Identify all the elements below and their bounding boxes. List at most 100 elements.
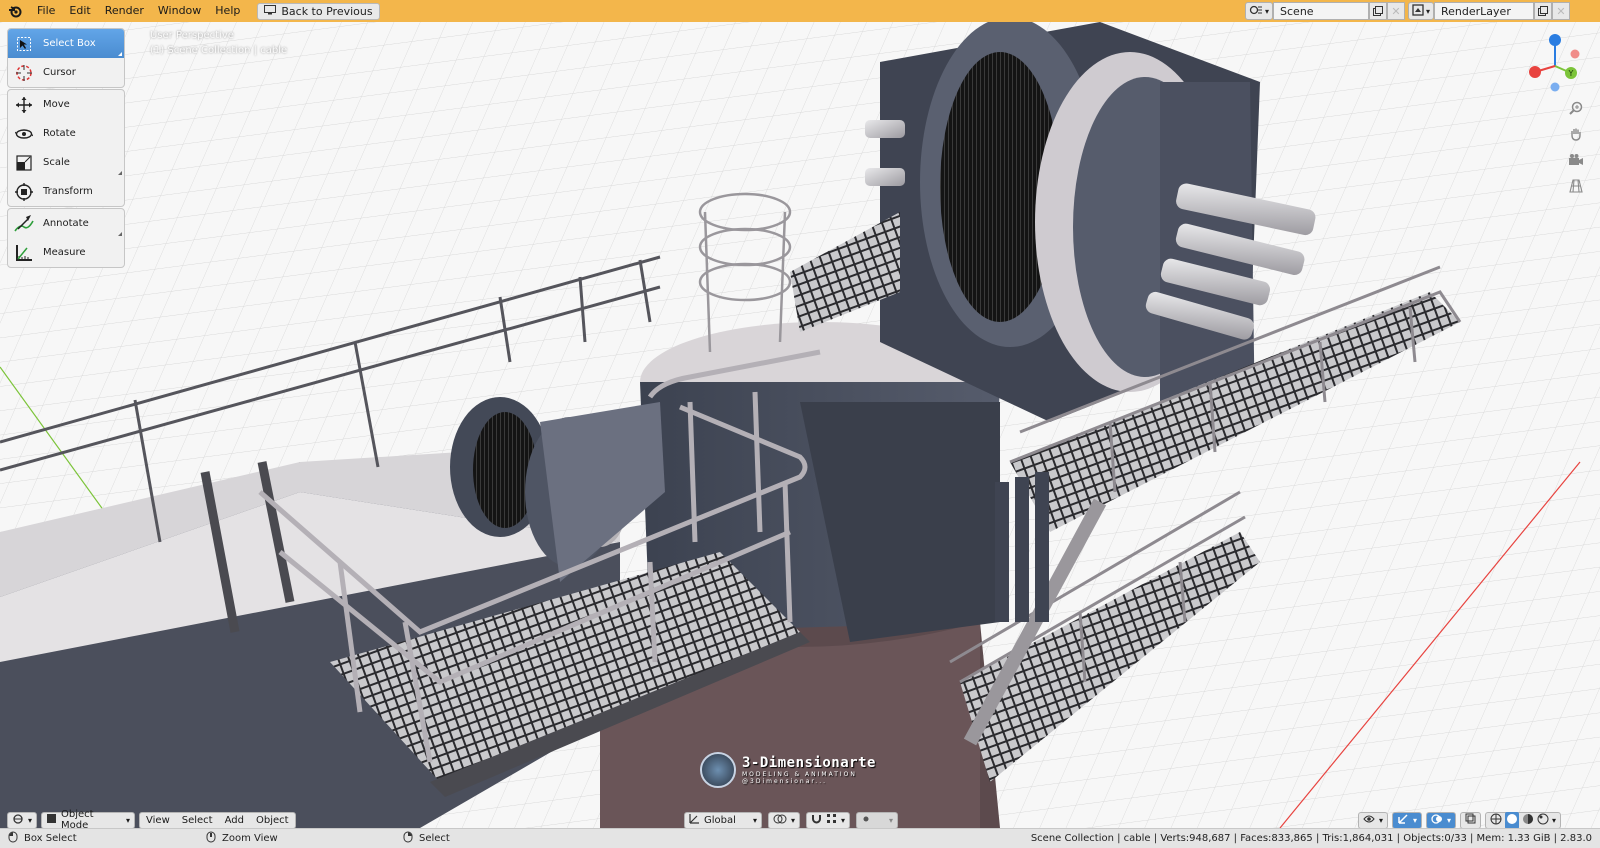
rotate-icon <box>13 123 35 145</box>
navigation-gizmo[interactable]: Y <box>1525 32 1589 96</box>
chevron-down-icon: ▾ <box>28 815 33 825</box>
scene-icon <box>1249 4 1263 19</box>
toolbar-group-annotate: Annotate Measure <box>7 208 125 268</box>
blender-logo-icon[interactable] <box>0 0 30 22</box>
overlays-icon <box>1431 813 1443 828</box>
chevron-down-icon: ▾ <box>1426 6 1431 16</box>
tool-transform[interactable]: Transform <box>8 177 124 206</box>
scene-selector-dropdown[interactable]: ▾ <box>1245 2 1274 20</box>
status-middle-hint: Zoom View <box>206 831 278 846</box>
shading-mode-group: ▾ <box>1485 811 1562 828</box>
scene-statistics: Scene Collection | cable | Verts:948,687… <box>1030 833 1592 844</box>
mouse-middle-icon <box>206 831 216 846</box>
back-to-previous-button[interactable]: Back to Previous <box>257 2 380 20</box>
chevron-down-icon: ▾ <box>1447 815 1452 825</box>
zoom-icon[interactable] <box>1566 98 1586 118</box>
viewport-header-left: ▾ Object Mode ▾ View Select Add Object <box>7 809 296 828</box>
tool-annotate[interactable]: Annotate <box>8 209 124 238</box>
chevron-down-icon: ▾ <box>1379 815 1384 825</box>
annotate-icon <box>13 213 35 235</box>
select-box-icon <box>13 33 35 55</box>
camera-view-icon[interactable] <box>1566 150 1586 170</box>
editor-type-dropdown[interactable]: ▾ <box>7 811 38 828</box>
proportional-icon <box>861 814 871 827</box>
menu-object[interactable]: Object <box>250 813 295 828</box>
new-scene-icon[interactable] <box>1369 2 1388 20</box>
object-mode-dropdown[interactable]: Object Mode ▾ <box>41 809 136 828</box>
tool-label: Rotate <box>43 128 76 139</box>
snap-toggle[interactable]: ▾ <box>806 811 851 828</box>
new-view-layer-icon[interactable] <box>1534 2 1553 20</box>
tool-measure[interactable]: Measure <box>8 238 124 267</box>
rendered-shading-icon[interactable] <box>1537 813 1549 828</box>
menu-select[interactable]: Select <box>176 813 219 828</box>
tool-rotate[interactable]: Rotate <box>8 119 124 148</box>
chevron-down-icon: ▾ <box>752 815 757 825</box>
orthographic-grid-icon[interactable] <box>1566 176 1586 196</box>
eye-icon <box>1363 814 1375 827</box>
tool-label: Cursor <box>43 67 76 78</box>
transform-icon <box>13 181 35 203</box>
delete-scene-icon[interactable]: ✕ <box>1387 2 1406 20</box>
viewport-collection-label: (1) Scene Collection | cable <box>150 45 288 56</box>
move-icon <box>13 94 35 116</box>
tool-move[interactable]: Move <box>8 90 124 119</box>
tool-label: Transform <box>43 186 93 197</box>
chevron-down-icon[interactable]: ▾ <box>1552 816 1556 825</box>
status-right-hint: Select <box>403 831 450 846</box>
status-middle-label: Zoom View <box>222 833 278 844</box>
3d-view-icon <box>12 813 24 828</box>
chevron-down-icon: ▾ <box>1413 815 1418 825</box>
overlays-toggle[interactable]: ▾ <box>1426 811 1457 828</box>
tool-scale[interactable]: Scale <box>8 148 124 177</box>
tool-label: Measure <box>43 247 86 258</box>
tool-label: Move <box>43 99 70 110</box>
scene-name-field[interactable]: Scene <box>1273 2 1370 20</box>
pivot-icon <box>773 814 787 827</box>
menu-help[interactable]: Help <box>208 0 247 22</box>
3d-viewport[interactable]: User Perspective (1) Scene Collection | … <box>0 22 1600 828</box>
magnet-icon <box>811 813 822 827</box>
screen-icon <box>264 4 277 18</box>
status-bar: Box Select Zoom View Select Scene Collec… <box>0 828 1600 848</box>
top-bar: File Edit Render Window Help Back to Pre… <box>0 0 1600 22</box>
pan-hand-icon[interactable] <box>1566 124 1586 144</box>
solid-shading-icon[interactable] <box>1505 811 1520 828</box>
chevron-down-icon: ▾ <box>889 815 894 825</box>
mouse-right-icon <box>403 831 413 846</box>
transform-orientation-dropdown[interactable]: Global ▾ <box>684 811 762 828</box>
menu-add[interactable]: Add <box>219 813 250 828</box>
snap-grid-icon <box>826 813 837 827</box>
orientation-icon <box>689 813 700 827</box>
watermark-title: 3-Dimensionarte <box>742 755 876 771</box>
viewport-header-right: ▾ ▾ ▾ ▾ <box>1358 811 1562 828</box>
mouse-left-icon <box>8 831 18 846</box>
tool-label: Select Box <box>43 38 96 49</box>
tool-cursor[interactable]: Cursor <box>8 58 124 87</box>
measure-icon <box>13 242 35 264</box>
xray-toggle[interactable] <box>1460 811 1482 828</box>
view-layer-dropdown[interactable]: ▾ <box>1408 2 1435 20</box>
render-layer-icon <box>1412 3 1424 19</box>
menu-view[interactable]: View <box>140 813 176 828</box>
view-layer-field[interactable]: RenderLayer <box>1434 2 1535 20</box>
visibility-dropdown[interactable]: ▾ <box>1358 811 1389 828</box>
gizmo-toggle[interactable]: ▾ <box>1392 811 1423 828</box>
delete-view-layer-icon[interactable]: ✕ <box>1552 2 1571 20</box>
viewport-header-center: Global ▾ ▾ ▾ ▾ <box>684 811 899 828</box>
status-left-label: Box Select <box>24 833 77 844</box>
menu-edit[interactable]: Edit <box>62 0 97 22</box>
object-mode-icon <box>46 813 57 827</box>
gizmo-icon <box>1397 813 1409 828</box>
menu-render[interactable]: Render <box>98 0 151 22</box>
proportional-editing-toggle[interactable]: ▾ <box>856 811 899 828</box>
pivot-point-dropdown[interactable]: ▾ <box>768 811 801 828</box>
menu-file[interactable]: File <box>30 0 62 22</box>
tool-select-box[interactable]: Select Box <box>8 29 124 58</box>
toolbar-group-transform: Move Rotate Scale Transform <box>7 89 125 207</box>
tool-label: Annotate <box>43 218 89 229</box>
material-shading-icon[interactable] <box>1522 813 1534 828</box>
menu-window[interactable]: Window <box>151 0 208 22</box>
wireframe-shading-icon[interactable] <box>1490 813 1502 828</box>
xray-icon <box>1465 813 1476 827</box>
